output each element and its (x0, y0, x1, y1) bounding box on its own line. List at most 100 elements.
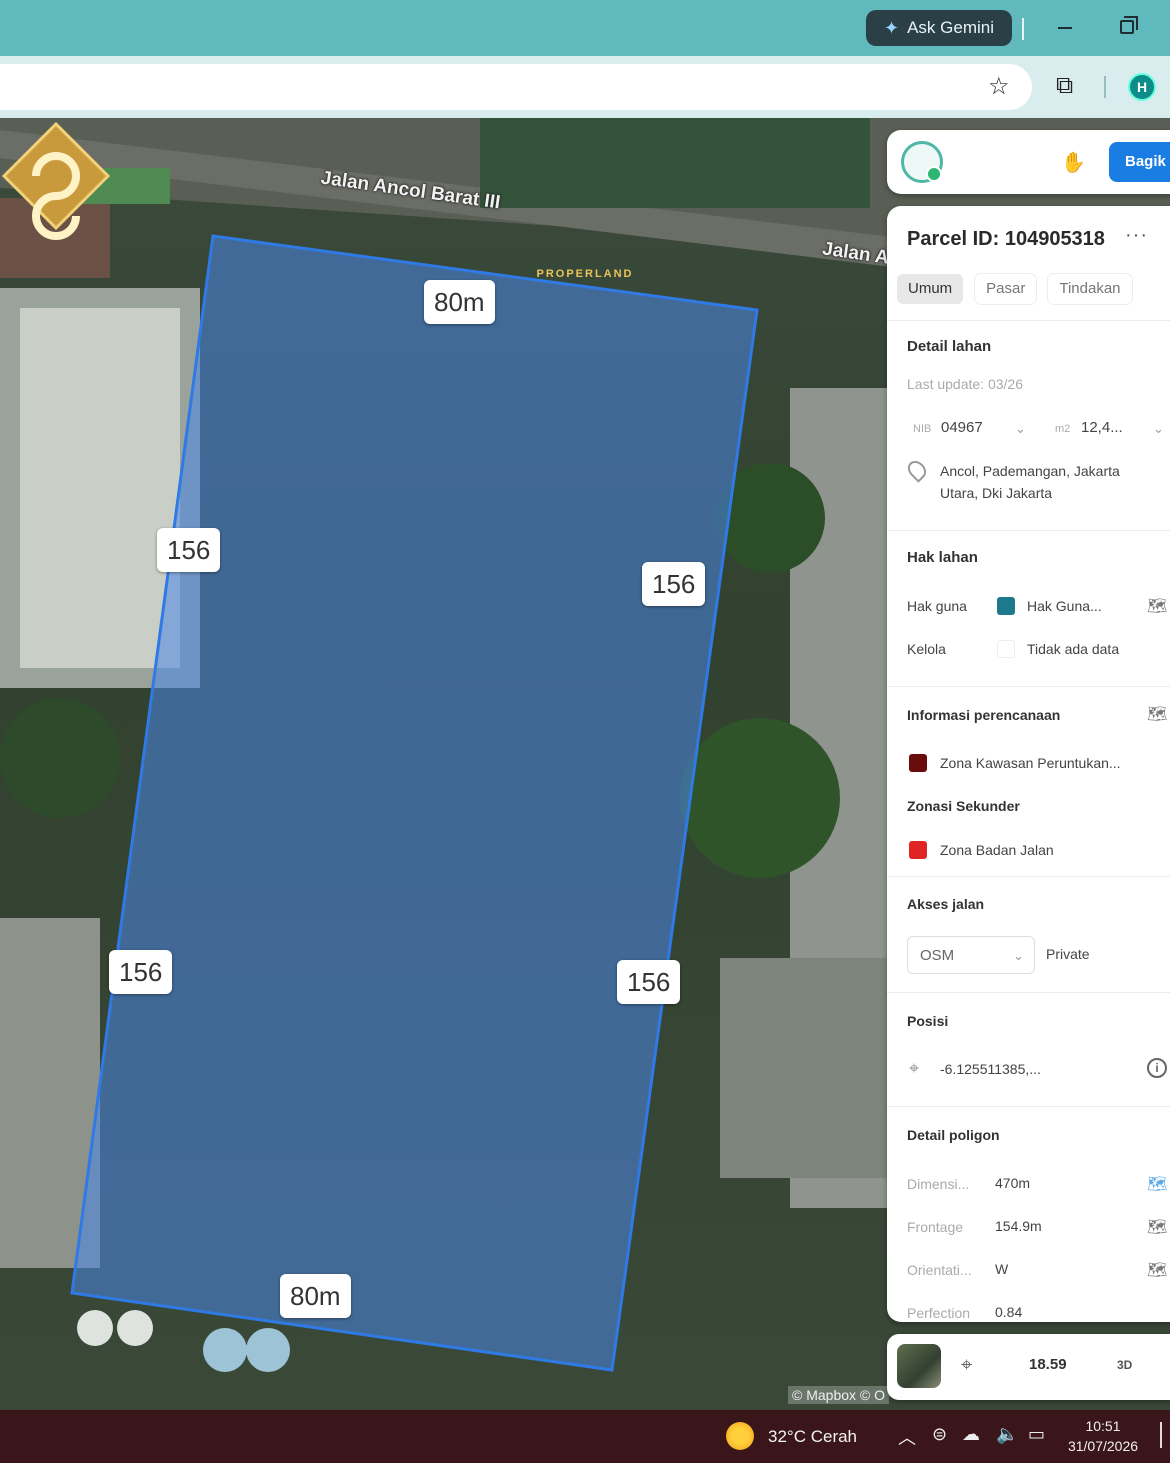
tree-cluster (0, 698, 120, 818)
section-title-detail-lahan: Detail lahan (907, 338, 992, 355)
show-desktop-button[interactable] (1160, 1422, 1170, 1448)
more-options-icon[interactable]: ··· (1125, 224, 1148, 247)
map-control-bar: ⌖ 18.59 3D (887, 1334, 1170, 1400)
polygon-row-label: Orientati... (907, 1262, 972, 1278)
taskbar-clock[interactable]: 10:51 31/07/2026 (1058, 1416, 1148, 1456)
properland-watermark: PROPERLAND (536, 268, 634, 280)
profile-avatar[interactable]: H (1128, 73, 1156, 101)
hak-guna-value: Hak Guna... (1027, 598, 1102, 614)
address-line-2: Utara, Dki Jakarta (940, 485, 1053, 501)
nib-chevron-down-icon[interactable]: ⌄ (1015, 421, 1026, 437)
bookmark-star-icon[interactable]: ☆ (988, 72, 1010, 101)
kelola-value: Tidak ada data (1027, 641, 1120, 657)
hak-guna-color-swatch (997, 597, 1015, 615)
section-title-perencanaan: Informasi perencanaan (907, 707, 1061, 723)
info-icon[interactable]: i (1147, 1058, 1167, 1078)
toolbar-divider (1104, 76, 1106, 98)
tray-app-icon[interactable]: ⊜ (932, 1424, 947, 1445)
dimension-label-top: 80m (424, 280, 495, 324)
tree-strip-top (480, 118, 870, 208)
tab-umum[interactable]: Umum (897, 274, 964, 304)
browser-title-bar: ✦ Ask Gemini (0, 0, 1170, 56)
browser-toolbar: ☆ ⧉ H (0, 56, 1170, 118)
map-book-icon[interactable]: 🗺 (1147, 1260, 1167, 1280)
zona-sekunder-color-swatch (909, 841, 927, 859)
nib-value[interactable]: 04967 (941, 419, 983, 436)
address-line-1: Ancol, Pademangan, Jakarta (940, 463, 1120, 479)
warehouse-roof-right-lower (720, 958, 890, 1178)
divider (887, 1106, 1170, 1107)
taskbar: 32°C Cerah ︿ ⊜ ☁ 🔈 ▭ 10:51 31/07/2026 (0, 1410, 1170, 1463)
network-icon[interactable]: ▭ (1028, 1424, 1045, 1445)
polygon-row-value: 154.9m (995, 1218, 1042, 1234)
kelola-label: Kelola (907, 641, 946, 657)
clock-time: 10:51 (1085, 1418, 1121, 1434)
map-book-icon[interactable]: 🗺 (1147, 704, 1167, 724)
polygon-row-value: 0.84 (995, 1304, 1023, 1320)
polygon-row-label: Dimensi... (907, 1176, 970, 1192)
location-pin-icon (904, 457, 930, 483)
panel-tabs: Umum Pasar Tindakan (897, 274, 1132, 304)
hak-guna-label: Hak guna (907, 598, 967, 614)
warehouse-roof-left-light (20, 308, 180, 668)
gemini-sparkle-icon: ✦ (883, 17, 900, 38)
area-chevron-down-icon[interactable]: ⌄ (1153, 421, 1164, 437)
minimize-icon[interactable] (1058, 27, 1072, 29)
crosshair-icon: ⌖ (909, 1058, 920, 1078)
ask-gemini-button[interactable]: ✦ Ask Gemini (866, 10, 1012, 46)
locate-icon[interactable]: ⌖ (961, 1354, 972, 1377)
3d-toggle[interactable]: 3D (1117, 1358, 1132, 1372)
parcel-detail-panel: Parcel ID: 104905318 ··· Umum Pasar Tind… (887, 206, 1170, 1322)
weather-text[interactable]: 32°C Cerah (768, 1427, 857, 1447)
dimension-label-right-upper: 156 (642, 562, 706, 606)
polygon-row-value: W (995, 1261, 1009, 1277)
polygon-row-value: 470m (995, 1175, 1031, 1191)
storage-tank (246, 1328, 290, 1372)
pan-hand-icon[interactable]: ✋ (1061, 150, 1086, 175)
map-attribution[interactable]: © Mapbox © O (788, 1386, 889, 1404)
last-update-text: Last update: 03/26 (907, 376, 1023, 392)
tray-chevron-up-icon[interactable]: ︿ (898, 1424, 916, 1450)
panel-header-card: ✋ Bagik (887, 130, 1170, 194)
section-title-akses-jalan: Akses jalan (907, 896, 985, 912)
tab-pasar[interactable]: Pasar (975, 274, 1037, 304)
parcel-id-title: Parcel ID: 104905318 (907, 228, 1105, 250)
dimension-label-left-lower: 156 (109, 950, 173, 994)
volume-icon[interactable]: 🔈 (996, 1424, 1018, 1445)
storage-tank (117, 1310, 153, 1346)
coordinate-value[interactable]: -6.125511385,... (940, 1061, 1041, 1077)
clock-date: 31/07/2026 (1067, 1438, 1139, 1454)
properland-logo (1, 121, 111, 240)
area-unit-label: m2 (1055, 423, 1071, 435)
titlebar-divider (1022, 18, 1024, 40)
share-button[interactable]: Bagik (1109, 142, 1170, 182)
app-logo-icon[interactable] (901, 141, 943, 183)
extensions-puzzle-icon[interactable]: ⧉ (1056, 72, 1073, 100)
section-title-zonasi-sekunder: Zonasi Sekunder (907, 798, 1020, 814)
nib-label: NIB (913, 423, 932, 435)
zona-sekunder-value: Zona Badan Jalan (940, 842, 1054, 858)
chevron-down-icon: ⌄ (1013, 948, 1024, 963)
address-bar[interactable] (0, 64, 1032, 110)
cloud-icon[interactable]: ☁ (962, 1424, 980, 1445)
divider (887, 320, 1170, 321)
map-book-icon[interactable]: 🗺 (1147, 1174, 1167, 1194)
map-book-icon[interactable]: 🗺 (1147, 596, 1167, 616)
storage-tank (77, 1310, 113, 1346)
basemap-thumbnail[interactable] (897, 1344, 941, 1388)
area-value[interactable]: 12,4... (1081, 419, 1123, 436)
tree-right (680, 718, 840, 878)
dimension-label-left-upper: 156 (157, 528, 221, 572)
weather-sun-icon[interactable] (726, 1422, 754, 1450)
restore-icon[interactable] (1120, 16, 1138, 34)
storage-tank (203, 1328, 247, 1372)
section-title-hak-lahan: Hak lahan (907, 549, 978, 566)
road-source-select[interactable]: OSM ⌄ (907, 936, 1035, 974)
tab-tindakan[interactable]: Tindakan (1048, 274, 1132, 304)
map-book-icon[interactable]: 🗺 (1147, 1217, 1167, 1237)
polygon-row-label: Frontage (907, 1219, 964, 1235)
zoom-level: 18.59 (1029, 1356, 1067, 1373)
dimension-label-right-lower: 156 (617, 960, 681, 1004)
divider (887, 530, 1170, 531)
divider (887, 686, 1170, 687)
